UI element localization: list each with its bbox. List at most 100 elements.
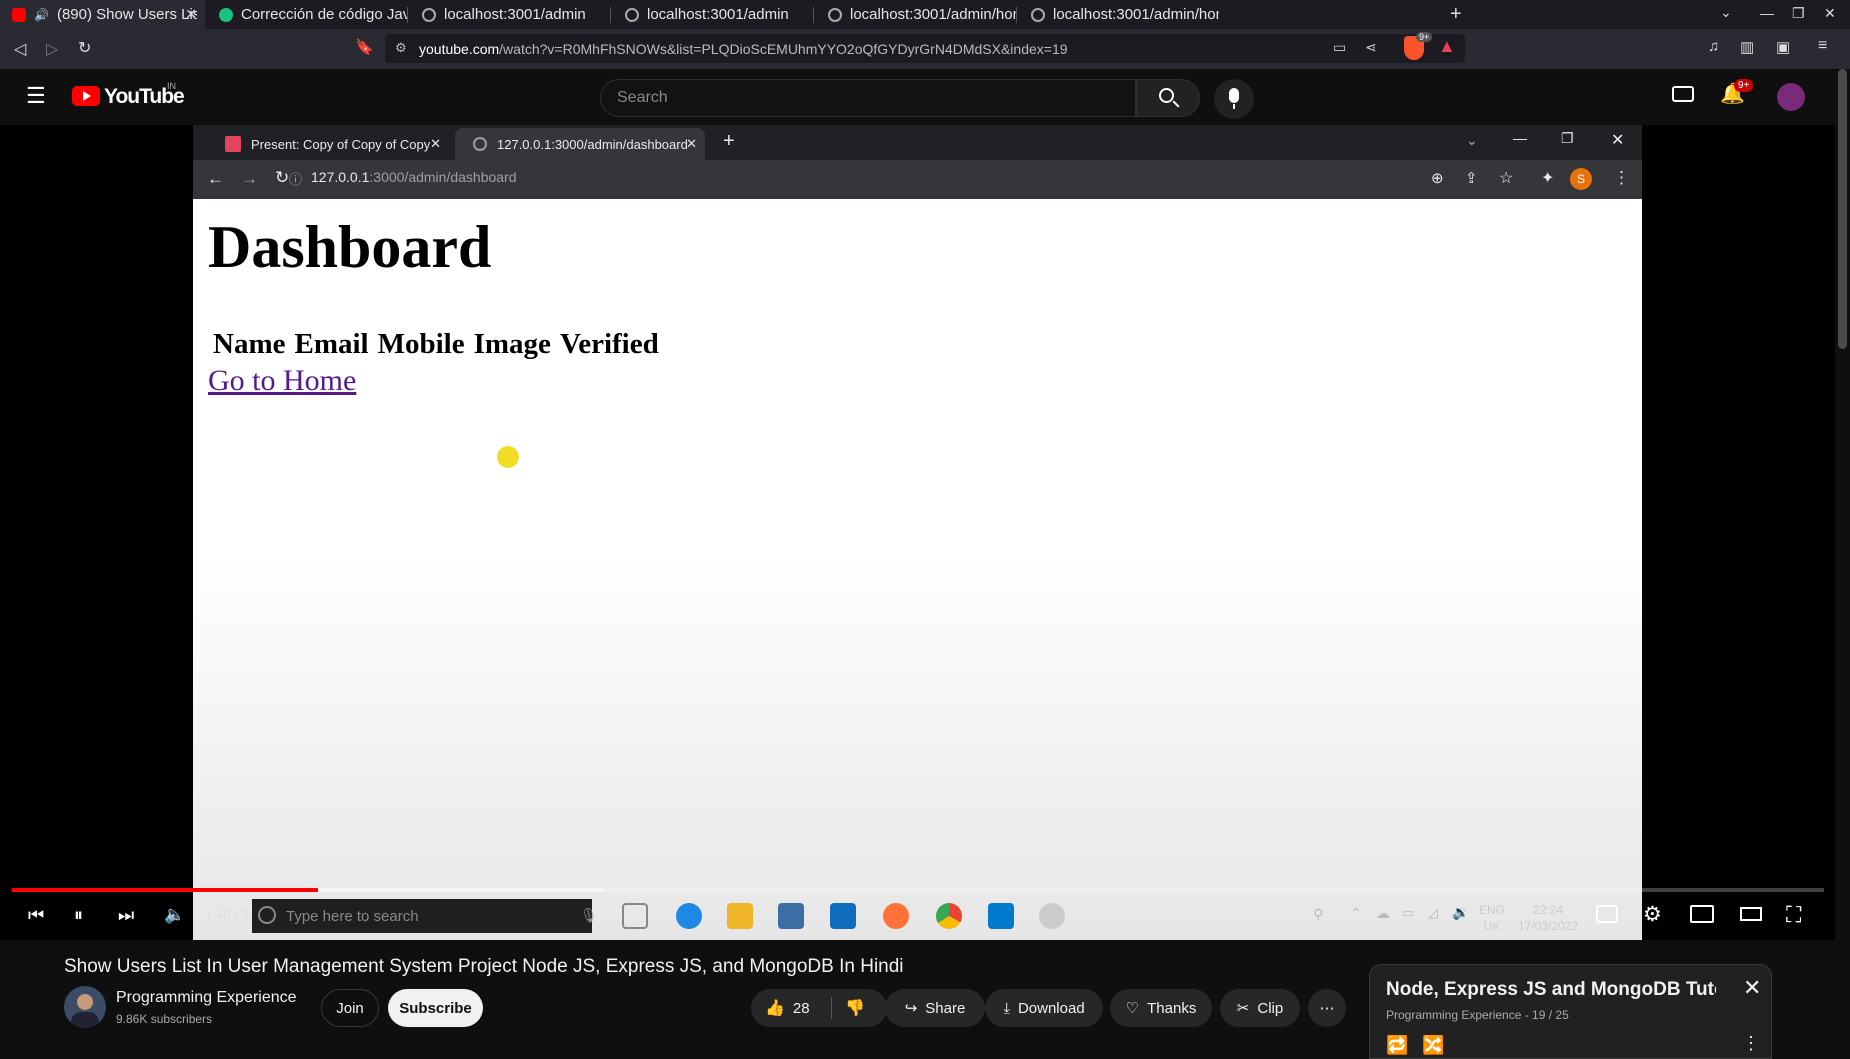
speaker-icon: 🔊 [34,7,49,22]
subscribe-button[interactable]: Subscribe [388,989,483,1027]
back-arrow-icon[interactable]: ← [207,169,224,189]
playlist-subtitle: Programming Experience - 19 / 25 [1386,1008,1569,1022]
url-host: 127.0.0.1 [311,169,370,185]
back-icon[interactable]: ◁ [14,39,26,59]
outer-tab-localhost-admin-1[interactable]: localhost:3001/admin [410,0,610,29]
outer-tab-label: localhost:3001/admin/home [850,6,1016,23]
wallet-icon[interactable]: ▣ [1776,38,1790,56]
profile-avatar[interactable]: S [1570,168,1592,190]
fullscreen-icon[interactable]: ⛶ [1786,902,1801,928]
outer-tab-localhost-home-2[interactable]: localhost:3001/admin/home [1019,0,1219,29]
users-table-header: Name Email Mobile Image Verified [213,328,659,361]
zoom-icon[interactable]: ⊕ [1431,169,1444,187]
thanks-button[interactable]: ♡ Thanks [1110,989,1212,1027]
extensions-icon[interactable]: ✦ [1541,168,1554,188]
share-icon[interactable]: ⋖ [1365,39,1377,56]
theater-mode-icon[interactable] [1740,907,1762,921]
tab-search-icon[interactable]: ⌄ [1466,132,1478,149]
minimize-icon[interactable]: — [1513,130,1527,146]
inner-tab-slides[interactable]: Present: Copy of Copy of Copy of ✕ [207,128,447,160]
clock-date: 17/03/2022 [1518,919,1579,933]
channel-name[interactable]: Programming Experience [116,989,297,1007]
sidebar-icon[interactable]: ▥ [1740,38,1754,56]
url-host: youtube.com [419,40,500,57]
inner-address-bar[interactable]: 127.0.0.1:3000/admin/dashboard [311,169,517,185]
voice-search-button[interactable] [1214,79,1254,119]
outer-tab-localhost-admin-2[interactable]: localhost:3001/admin [613,0,813,29]
new-tab-icon[interactable]: + [723,130,735,153]
close-tab-icon[interactable]: ✕ [686,136,697,152]
restore-icon[interactable]: ❐ [1561,130,1574,147]
settings-gear-icon[interactable]: ⚙ [1643,902,1662,927]
forward-icon[interactable]: ▷ [46,39,58,59]
forward-arrow-icon[interactable]: → [241,169,258,189]
video-player[interactable]: Present: Copy of Copy of Copy of ✕ 127.0… [0,125,1835,940]
site-settings-icon[interactable]: ⚙ [395,40,407,56]
task-view-icon [622,903,648,929]
close-window-icon[interactable]: ✕ [1611,130,1624,150]
scrollbar-thumb[interactable] [1838,69,1847,349]
bookmark-star-icon[interactable]: ☆ [1499,168,1513,188]
firefox-icon [883,903,909,929]
close-tab-icon[interactable]: ✕ [430,136,441,152]
youtube-logo-icon[interactable] [72,86,100,106]
info-icon[interactable]: ⓘ [289,169,302,188]
new-tab-icon[interactable]: + [1450,3,1462,26]
thumbs-up-icon[interactable]: 👍 [765,998,785,1018]
share-button[interactable]: ↪ Share [885,989,985,1027]
reload-icon[interactable]: ↻ [275,168,289,188]
outer-tab-localhost-home-1[interactable]: localhost:3001/admin/home [816,0,1016,29]
brave-rewards-icon[interactable]: ▲ [1438,36,1456,57]
create-video-icon[interactable] [1672,86,1694,102]
share-icon[interactable]: ⇪ [1465,169,1478,187]
wifi-icon: ◿ [1428,905,1438,920]
file-explorer-icon [727,903,753,929]
scissors-icon: ✂ [1236,1000,1250,1017]
outer-tab-chatgpt[interactable]: Corrección de código JavaScript [207,0,407,29]
page-scrollbar[interactable] [1835,69,1850,1053]
reload-icon[interactable]: ↻ [78,38,91,58]
language-region: UK [1483,919,1501,933]
search-input[interactable]: Search [600,79,1136,117]
like-count[interactable]: 28 [793,1000,810,1017]
globe-icon [473,137,487,151]
like-dislike-group: 👍 28 👎 [751,989,887,1027]
playlist-title[interactable]: Node, Express JS and MongoDB Tutorials [1386,979,1716,1001]
more-menu-icon[interactable]: ⋮ [1613,168,1630,188]
close-tab-icon[interactable]: ✕ [185,6,197,23]
account-avatar[interactable] [1777,83,1805,111]
next-video-icon[interactable]: ⏭ [118,905,134,926]
pause-icon[interactable]: ⏸ [74,905,83,926]
minimize-icon[interactable]: — [1760,5,1774,21]
thumbs-down-icon[interactable]: 👎 [845,998,865,1018]
microphone-icon [1229,88,1239,103]
tab-divider [813,7,814,23]
search-button[interactable] [1136,79,1200,117]
miniplayer-icon[interactable] [1690,905,1714,923]
go-to-home-link[interactable]: Go to Home [208,364,356,398]
outer-tab-youtube[interactable]: 🔊 (890) Show Users List In User Manageme… [0,0,205,29]
download-button[interactable]: ⤓ Download [985,989,1103,1027]
subtitles-icon[interactable] [1596,905,1618,923]
extension-badge: 9+ [1416,32,1433,42]
more-actions-button[interactable]: ⋯ [1308,989,1346,1027]
outer-address-bar[interactable]: ⚙ youtube.com/watch?v=R0MhFhSNOWs&list=P… [385,34,1465,63]
volume-icon[interactable]: 🔈 [164,905,185,925]
music-icon[interactable]: ♫ [1708,38,1719,55]
close-playlist-icon[interactable]: ✕ [1743,975,1761,1001]
chevron-down-icon[interactable]: ⌄ [1720,4,1732,21]
cast-icon[interactable]: ▭ [1333,39,1346,56]
clip-button[interactable]: ✂ Clip [1220,989,1300,1027]
edge-icon [676,903,702,929]
menu-icon[interactable]: ≡ [1818,37,1827,55]
seek-bar[interactable] [12,888,1824,892]
inner-tab-dashboard[interactable]: 127.0.0.1:3000/admin/dashboard ✕ [455,128,705,160]
hamburger-menu-icon[interactable]: ☰ [26,83,46,109]
bookmark-icon[interactable]: 🔖 [355,38,374,56]
close-window-icon[interactable]: ✕ [1824,5,1836,22]
previous-video-icon[interactable]: ⏮ [28,905,44,926]
join-button[interactable]: Join [321,989,379,1027]
channel-avatar[interactable] [64,986,106,1028]
playlist-menu-icon[interactable]: ⋮ [1742,1033,1760,1054]
restore-icon[interactable]: ❐ [1792,5,1805,22]
